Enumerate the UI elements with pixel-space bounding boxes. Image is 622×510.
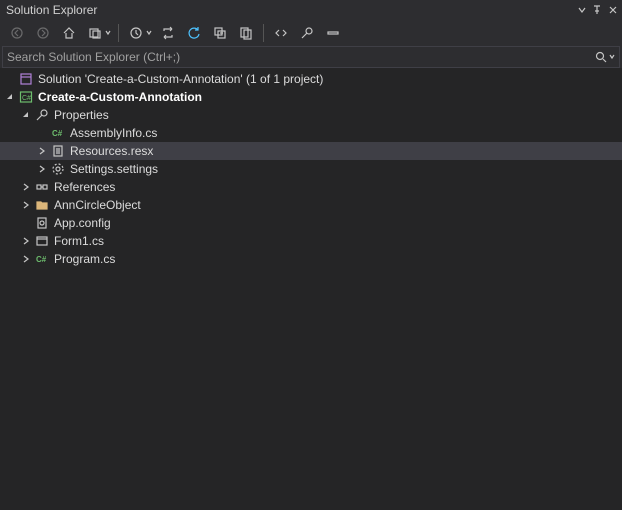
- file-node-assemblyinfo[interactable]: C# AssemblyInfo.cs: [0, 124, 622, 142]
- panel-titlebar: Solution Explorer: [0, 0, 622, 20]
- csharp-project-icon: C#: [18, 89, 34, 105]
- blank-arrow: [34, 125, 50, 141]
- preview-button[interactable]: [322, 22, 344, 44]
- svg-text:C#: C#: [52, 129, 63, 138]
- tree-label: References: [54, 180, 115, 194]
- svg-text:C#: C#: [36, 255, 47, 264]
- toolbar-separator: [118, 24, 119, 42]
- csharp-file-icon: C#: [50, 125, 66, 141]
- svg-text:C#: C#: [22, 95, 31, 102]
- solution-tree: Solution 'Create-a-Custom-Annotation' (1…: [0, 68, 622, 510]
- blank-arrow: [18, 215, 34, 231]
- tree-label: Settings.settings: [70, 162, 158, 176]
- tree-label: Form1.cs: [54, 234, 104, 248]
- expand-arrow-closed[interactable]: [18, 251, 34, 267]
- file-node-appconfig[interactable]: App.config: [0, 214, 622, 232]
- properties-button[interactable]: [296, 22, 318, 44]
- show-all-files-button[interactable]: [235, 22, 257, 44]
- expand-arrow-open[interactable]: [2, 89, 18, 105]
- tree-label: Solution 'Create-a-Custom-Annotation' (1…: [38, 72, 323, 86]
- folder-icon: [34, 197, 50, 213]
- project-node[interactable]: C# Create-a-Custom-Annotation: [0, 88, 622, 106]
- collapse-all-button[interactable]: [209, 22, 231, 44]
- search-icon[interactable]: [595, 51, 615, 63]
- home-button[interactable]: [58, 22, 80, 44]
- pending-changes-dropdown[interactable]: [145, 30, 153, 36]
- gear-icon: [50, 161, 66, 177]
- expand-arrow-open[interactable]: [18, 107, 34, 123]
- tree-label: App.config: [54, 216, 111, 230]
- tree-label: AnnCircleObject: [54, 198, 141, 212]
- search-box[interactable]: [2, 46, 620, 68]
- solution-icon: [18, 71, 34, 87]
- file-node-resources[interactable]: Resources.resx: [0, 142, 622, 160]
- pending-changes-button[interactable]: [125, 22, 147, 44]
- file-node-settings[interactable]: Settings.settings: [0, 160, 622, 178]
- tree-label: Resources.resx: [70, 144, 153, 158]
- config-file-icon: [34, 215, 50, 231]
- csharp-file-icon: C#: [34, 251, 50, 267]
- tree-label: Properties: [54, 108, 109, 122]
- properties-node[interactable]: Properties: [0, 106, 622, 124]
- forward-button[interactable]: [32, 22, 54, 44]
- solution-node[interactable]: Solution 'Create-a-Custom-Annotation' (1…: [0, 70, 622, 88]
- back-button[interactable]: [6, 22, 28, 44]
- tree-label: AssemblyInfo.cs: [70, 126, 157, 140]
- tree-label: Create-a-Custom-Annotation: [38, 90, 202, 104]
- form-file-icon: [34, 233, 50, 249]
- panel-title: Solution Explorer: [6, 3, 97, 17]
- sync-button[interactable]: [157, 22, 179, 44]
- expand-arrow-closed[interactable]: [18, 179, 34, 195]
- toolbar: [0, 20, 622, 46]
- expand-arrow-closed[interactable]: [18, 197, 34, 213]
- view-code-button[interactable]: [270, 22, 292, 44]
- refresh-button[interactable]: [183, 22, 205, 44]
- pin-icon[interactable]: [592, 5, 602, 15]
- wrench-icon: [34, 107, 50, 123]
- dropdown-icon[interactable]: [578, 6, 586, 14]
- expand-arrow-closed[interactable]: [18, 233, 34, 249]
- close-icon[interactable]: [608, 5, 618, 15]
- switch-views-button[interactable]: [84, 22, 106, 44]
- resx-file-icon: [50, 143, 66, 159]
- expand-arrow-closed[interactable]: [34, 143, 50, 159]
- switch-views-dropdown[interactable]: [104, 30, 112, 36]
- toolbar-separator: [263, 24, 264, 42]
- references-icon: [34, 179, 50, 195]
- folder-node-anncircle[interactable]: AnnCircleObject: [0, 196, 622, 214]
- tree-label: Program.cs: [54, 252, 115, 266]
- blank-arrow: [2, 71, 18, 87]
- expand-arrow-closed[interactable]: [34, 161, 50, 177]
- file-node-program[interactable]: C# Program.cs: [0, 250, 622, 268]
- file-node-form1[interactable]: Form1.cs: [0, 232, 622, 250]
- search-input[interactable]: [7, 50, 595, 64]
- references-node[interactable]: References: [0, 178, 622, 196]
